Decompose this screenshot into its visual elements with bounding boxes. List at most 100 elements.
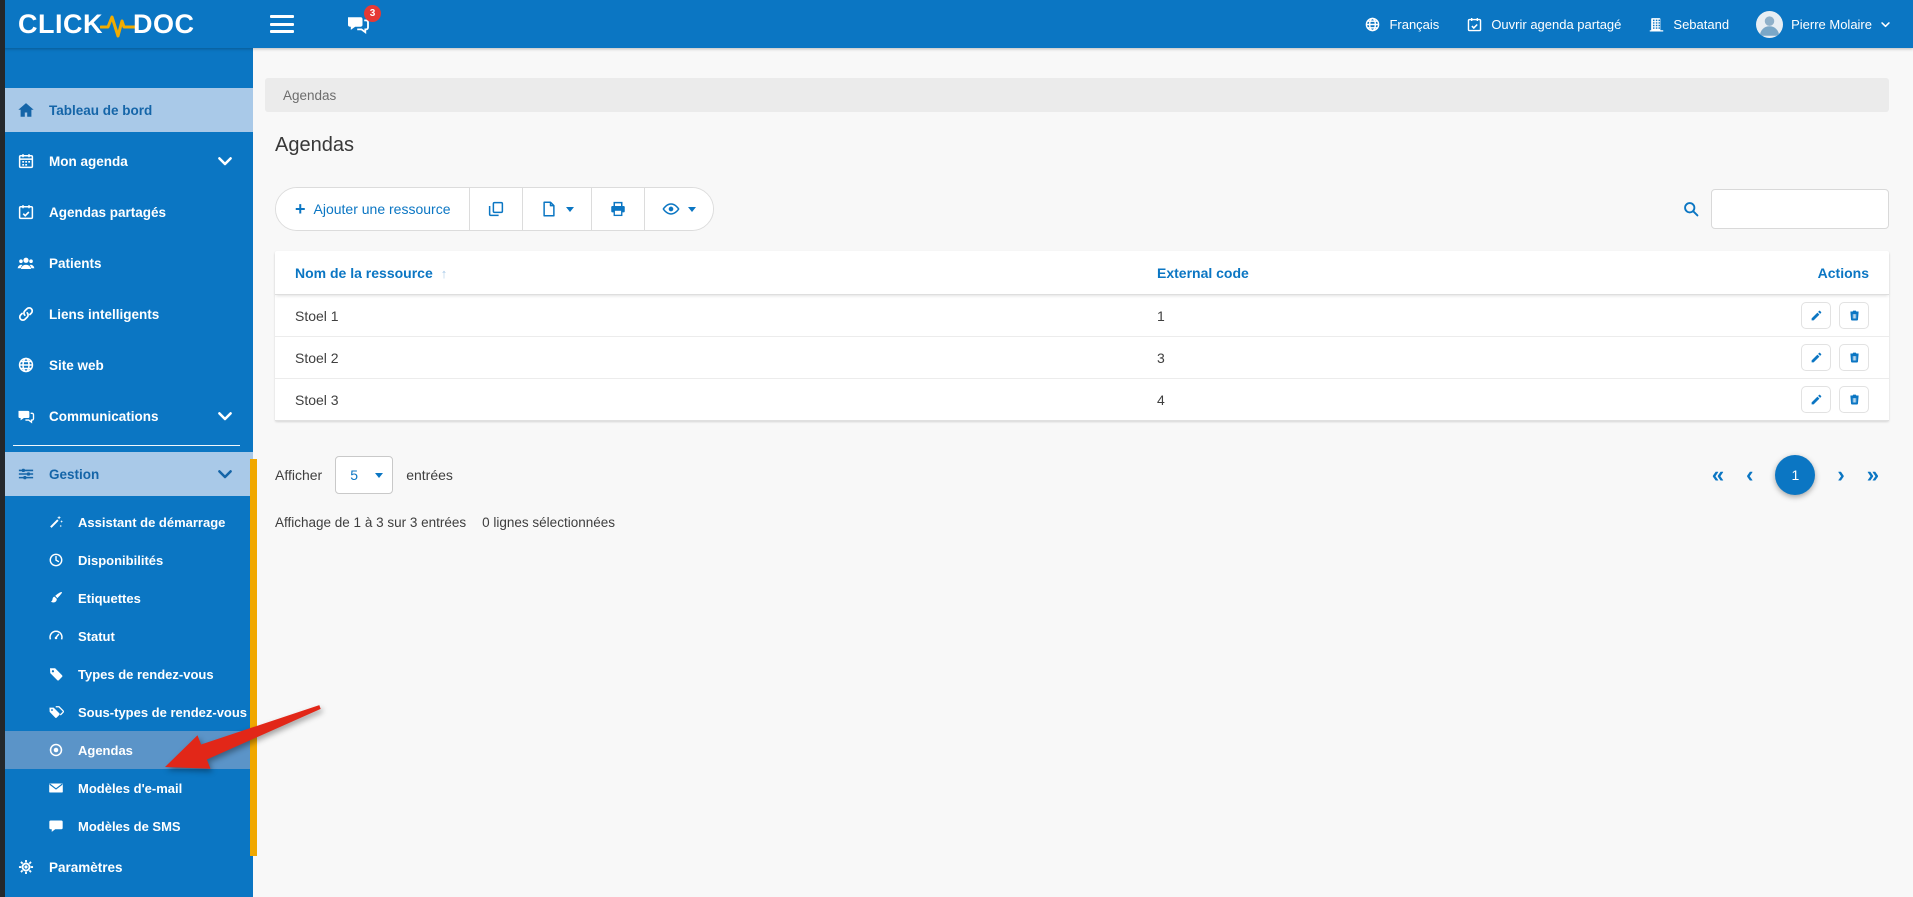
- open-shared-agenda-button[interactable]: Ouvrir agenda partagé: [1466, 16, 1621, 33]
- eye-icon: [662, 200, 680, 218]
- column-header-name[interactable]: Nom de la ressource: [295, 265, 1157, 281]
- column-header-actions: Actions: [1817, 264, 1869, 281]
- delete-button[interactable]: [1839, 386, 1869, 413]
- notification-badge: 3: [364, 5, 381, 22]
- sidebar-item-disponibilites[interactable]: Disponibilités: [0, 541, 253, 579]
- resources-table: Nom de la ressource External code Action…: [275, 251, 1889, 421]
- breadcrumb: Agendas: [265, 78, 1889, 112]
- edit-button[interactable]: [1801, 302, 1831, 329]
- comment-icon: [48, 818, 64, 834]
- column-header-external-code[interactable]: External code: [1157, 265, 1729, 281]
- sidebar-scrollbar-thumb[interactable]: [250, 459, 257, 856]
- sidebar-item-etiquettes[interactable]: Etiquettes: [0, 579, 253, 617]
- first-page-button[interactable]: [1708, 464, 1728, 486]
- search-input[interactable]: [1711, 189, 1889, 229]
- export-button[interactable]: [522, 188, 592, 230]
- sidebar-item-patients[interactable]: Patients: [0, 241, 253, 285]
- user-menu-button[interactable]: Pierre Molaire: [1756, 10, 1891, 38]
- printer-icon: [609, 200, 627, 218]
- sidebar-item-tableau-de-bord[interactable]: Tableau de bord: [0, 88, 253, 132]
- edit-button[interactable]: [1801, 344, 1831, 371]
- chevron-down-icon: [216, 152, 234, 170]
- calendar-icon: [17, 152, 35, 170]
- search-icon: [1682, 200, 1700, 218]
- sidebar-item-agendas[interactable]: Agendas: [0, 731, 253, 769]
- app-window: CLICK DOC 3 Français Ouvrir agenda parta…: [0, 0, 1913, 897]
- sidebar-item-types-de-rendez-vous[interactable]: Types de rendez-vous: [0, 655, 253, 693]
- table-info: Affichage de 1 à 3 sur 3 entrées 0 ligne…: [275, 515, 1889, 530]
- caret-down-icon: [566, 206, 575, 212]
- table-body: Stoel 1 1 Stoel 2 3 Stoel 3 4: [275, 295, 1889, 421]
- person-icon: [1756, 11, 1783, 38]
- brush-icon: [48, 590, 64, 606]
- print-button[interactable]: [591, 188, 645, 230]
- resource-name-cell: Stoel 1: [295, 307, 339, 324]
- language-label: Français: [1389, 16, 1440, 32]
- show-label: Afficher: [275, 467, 323, 483]
- delete-button[interactable]: [1839, 344, 1869, 371]
- page-size-control: Afficher 5 entrées: [275, 456, 453, 494]
- trash-icon: [1848, 393, 1861, 406]
- next-page-button[interactable]: [1833, 464, 1848, 486]
- table-row[interactable]: Stoel 1 1: [275, 295, 1889, 337]
- row-actions: [1801, 302, 1869, 329]
- sidebar-item-assistant-de-demarrage[interactable]: Assistant de démarrage: [0, 503, 253, 541]
- envelope-icon: [48, 780, 64, 796]
- sidebar-item-liens-intelligents[interactable]: Liens intelligents: [0, 292, 253, 336]
- pencil-icon: [1810, 393, 1823, 406]
- toolbar: + Ajouter une ressource: [275, 187, 1889, 231]
- sidebar-item-site-web[interactable]: Site web: [0, 343, 253, 387]
- current-page-button[interactable]: 1: [1775, 455, 1816, 495]
- gear-icon: [17, 858, 35, 876]
- chevron-down-icon: [216, 465, 234, 483]
- pulse-icon: [100, 15, 136, 38]
- shared-agenda-label: Ouvrir agenda partagé: [1491, 16, 1622, 32]
- sidebar-item-parametres[interactable]: Paramètres: [0, 845, 253, 889]
- sliders-icon: [17, 465, 35, 483]
- sidebar-item-gestion[interactable]: Gestion: [0, 452, 253, 496]
- selection-info: 0 lignes sélectionnées: [482, 515, 615, 530]
- edit-button[interactable]: [1801, 386, 1831, 413]
- sidebar-divider: [13, 445, 240, 446]
- sidebar-item-modeles-de-sms[interactable]: Modèles de SMS: [0, 807, 253, 845]
- menu-toggle-button[interactable]: [270, 15, 294, 33]
- language-button[interactable]: Français: [1364, 16, 1439, 33]
- sidebar-item-agendas-partages[interactable]: Agendas partagés: [0, 190, 253, 234]
- organization-button[interactable]: Sebatand: [1648, 16, 1729, 33]
- messages-button[interactable]: 3: [346, 5, 381, 36]
- table-row[interactable]: Stoel 3 4: [275, 379, 1889, 421]
- topbar: CLICK DOC 3 Français Ouvrir agenda parta…: [0, 0, 1913, 48]
- column-visibility-button[interactable]: [644, 188, 714, 230]
- row-actions: [1801, 386, 1869, 413]
- delete-button[interactable]: [1839, 302, 1869, 329]
- copy-button[interactable]: [469, 188, 523, 230]
- table-header: Nom de la ressource External code Action…: [275, 251, 1889, 295]
- user-name: Pierre Molaire: [1791, 16, 1872, 32]
- search-area: [1682, 189, 1889, 229]
- trash-icon: [1848, 309, 1861, 322]
- building-icon: [1648, 16, 1665, 33]
- clickdoc-logo[interactable]: CLICK DOC: [0, 7, 253, 41]
- tag-icon: [48, 666, 64, 682]
- calendar-check-icon: [17, 203, 35, 221]
- page-size-value: 5: [350, 467, 359, 483]
- sidebar-item-statut[interactable]: Statut: [0, 617, 253, 655]
- table-row[interactable]: Stoel 2 3: [275, 337, 1889, 379]
- home-icon: [17, 101, 35, 119]
- calendar-check-icon: [1466, 16, 1483, 33]
- previous-page-button[interactable]: [1742, 464, 1757, 486]
- sidebar-item-communications[interactable]: Communications: [0, 394, 253, 438]
- last-page-button[interactable]: [1863, 464, 1883, 486]
- page-size-select[interactable]: 5: [335, 456, 394, 494]
- caret-down-icon: [375, 473, 384, 478]
- page-title: Agendas: [275, 134, 354, 156]
- sidebar-item-modeles-d-e-mail[interactable]: Modèles d'e-mail: [0, 769, 253, 807]
- row-actions: [1801, 344, 1869, 371]
- clock-icon: [48, 552, 64, 568]
- add-resource-button[interactable]: + Ajouter une ressource: [276, 188, 470, 230]
- sidebar-item-mon-agenda[interactable]: Mon agenda: [0, 139, 253, 183]
- copy-icon: [487, 200, 505, 218]
- sidebar-item-sous-types-de-rendez-vous[interactable]: Sous-types de rendez-vous: [0, 693, 253, 731]
- file-icon: [540, 200, 558, 218]
- tags-icon: [48, 704, 64, 720]
